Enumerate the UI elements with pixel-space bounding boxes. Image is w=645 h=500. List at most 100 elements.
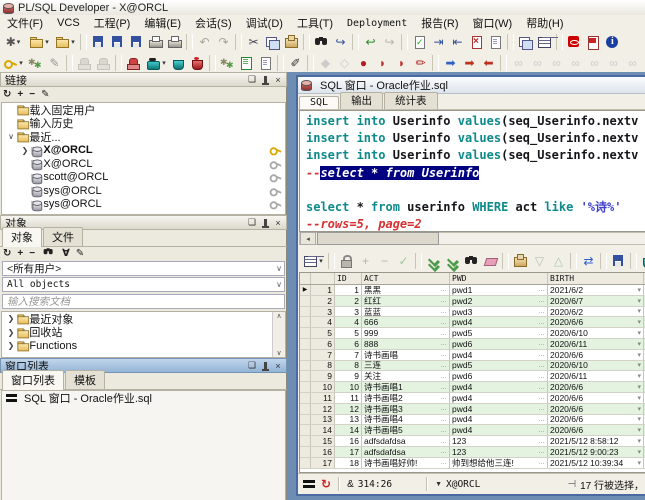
lock-button[interactable] [337, 252, 356, 270]
cell-id[interactable]: 16 [335, 436, 362, 446]
menu-item-9[interactable]: 窗口(W) [466, 14, 520, 32]
cell-ellipsis-icon[interactable]: … [538, 308, 545, 315]
title-bar[interactable]: PL/SQL Developer - X@ORCL [0, 0, 645, 15]
open-folder-button[interactable]: ▾ [26, 33, 52, 51]
grid-mode-button[interactable]: ▾ [300, 252, 326, 270]
cell-id[interactable]: 6 [335, 338, 362, 349]
sql-editor[interactable]: insert into Userinfo values(seq_Userinfo… [299, 110, 645, 232]
cell-dropdown-icon[interactable]: ▾ [637, 297, 641, 305]
cell-act[interactable]: adfsdafdsa… [362, 436, 450, 446]
cell-ellipsis-icon[interactable]: … [440, 373, 447, 380]
save-all-button[interactable] [127, 33, 146, 51]
table-row-7[interactable]: 7 7 诗书画唱… pwd4… 2020/6/6 ▾ [300, 349, 645, 361]
cell-pwd[interactable]: pwd5… [450, 328, 548, 338]
dim-clear-button[interactable]: ◇ [335, 54, 354, 72]
column-header-id[interactable]: ID [335, 273, 362, 284]
sql-window[interactable]: SQL 窗口 - Oracle作业.sql SQL 输出 统计表 insert in… [296, 75, 645, 496]
cell-act[interactable]: 999… [362, 328, 450, 338]
commit-stamp-button[interactable] [75, 54, 94, 72]
test-note-button[interactable] [237, 54, 256, 72]
cell-birth[interactable]: 2020/6/11 ▾ [548, 338, 644, 349]
cell-birth[interactable]: 2020/6/6 ▾ [548, 349, 644, 360]
cell-id[interactable]: 7 [335, 349, 362, 360]
cell-ellipsis-icon[interactable]: … [440, 448, 447, 455]
cell-pwd[interactable]: pwd2… [450, 295, 548, 306]
cell-dropdown-icon[interactable]: ▾ [637, 415, 641, 423]
connections-tree-item-3[interactable]: ❯ ▦ X@ORCL [2, 144, 285, 158]
break-stamp-button[interactable] [124, 54, 143, 72]
info-button[interactable] [603, 33, 622, 51]
cell-ellipsis-icon[interactable]: … [440, 308, 447, 315]
connections-tree-item-5[interactable]: ▦ scott@ORCL [2, 171, 285, 185]
cell-dropdown-icon[interactable]: ▾ [637, 340, 641, 348]
expander-icon[interactable]: ❯ [6, 314, 16, 323]
objects-tab-0[interactable]: 对象 [2, 227, 42, 247]
cell-act[interactable]: 蓝蓝… [362, 306, 450, 317]
cell-id[interactable]: 11 [335, 392, 362, 403]
link2-dim-button[interactable]: ∞ [528, 54, 547, 72]
link7-dim-button[interactable]: ∞ [623, 54, 642, 72]
cell-id[interactable]: 13 [335, 414, 362, 425]
cell-pwd[interactable]: pwd4… [450, 403, 548, 414]
window-list-tab-1[interactable]: 模板 [65, 370, 105, 389]
cell-pwd[interactable]: pwd4… [450, 392, 548, 403]
cell-ellipsis-icon[interactable]: … [440, 459, 447, 466]
step-over-red-button[interactable]: ➡ [460, 54, 479, 72]
menu-item-3[interactable]: 编辑(E) [137, 14, 188, 32]
menu-item-8[interactable]: 报告(R) [414, 14, 465, 32]
cell-ellipsis-icon[interactable]: … [538, 373, 545, 380]
cell-birth[interactable]: 2020/6/6 ▾ [548, 425, 644, 436]
window-tile-button[interactable] [535, 33, 554, 51]
cell-pwd[interactable]: pwd1… [450, 285, 548, 295]
cell-id[interactable]: 5 [335, 328, 362, 338]
cell-id[interactable]: 2 [335, 295, 362, 306]
cell-pwd[interactable]: 123… [450, 436, 548, 446]
cell-dropdown-icon[interactable]: ▾ [637, 459, 641, 467]
sort-asc-button[interactable]: △ [549, 252, 568, 270]
link1-dim-button[interactable]: ∞ [509, 54, 528, 72]
cell-dropdown-icon[interactable]: ▾ [637, 437, 641, 445]
cell-ellipsis-icon[interactable]: … [440, 330, 447, 337]
cell-act[interactable]: 诗书画唱3… [362, 403, 450, 414]
edit-button[interactable]: ✎ [76, 248, 84, 259]
post-check-button[interactable]: ✓ [394, 252, 413, 270]
cell-ellipsis-icon[interactable]: … [440, 340, 447, 347]
column-header-pwd[interactable]: PWD [450, 273, 548, 284]
cell-id[interactable]: 14 [335, 425, 362, 436]
connections-panel-header[interactable]: 链接 ❏ × [0, 72, 287, 87]
refresh-icon[interactable]: ↻ [321, 478, 331, 490]
cell-pwd[interactable]: pwd5… [450, 360, 548, 371]
table-row-8[interactable]: 8 8 三连… pwd5… 2020/6/10 ▾ [300, 360, 645, 372]
cell-birth[interactable]: 2020/6/10 ▾ [548, 328, 644, 338]
cell-birth[interactable]: 2021/5/12 9:00:23 ▾ [548, 446, 644, 457]
cell-pwd[interactable]: 123… [450, 446, 548, 457]
cell-ellipsis-icon[interactable]: … [440, 297, 447, 304]
stop-dot-button[interactable]: ◗ [373, 54, 392, 72]
cell-pwd[interactable]: pwd4… [450, 425, 548, 436]
cell-birth[interactable]: 2020/6/6 ▾ [548, 317, 644, 328]
connections-tree-item-2[interactable]: ∨ ▦ 最近... [2, 130, 285, 144]
delete-row-button[interactable]: − [375, 252, 394, 270]
pin-icon[interactable] [259, 74, 271, 85]
cell-ellipsis-icon[interactable]: … [538, 394, 545, 401]
cell-id[interactable]: 9 [335, 371, 362, 382]
step-into-blue-button[interactable]: ➡ [441, 54, 460, 72]
close-icon[interactable]: × [272, 360, 284, 371]
cell-pwd[interactable]: pwd6… [450, 371, 548, 382]
cell-dropdown-icon[interactable]: ▾ [637, 307, 641, 315]
cell-dropdown-icon[interactable]: ▾ [637, 286, 641, 294]
indent-button[interactable]: ⇥ [429, 33, 448, 51]
cell-id[interactable]: 3 [335, 306, 362, 317]
cell-ellipsis-icon[interactable]: … [538, 297, 545, 304]
sql-window-tab-0[interactable]: SQL [299, 96, 340, 109]
new-button[interactable]: ✱ ▾ [0, 33, 26, 51]
cell-pwd[interactable]: 帅到想给他三连!… [450, 457, 548, 468]
pin-icon[interactable] [259, 360, 271, 371]
stop-cup-button[interactable] [188, 54, 207, 72]
rows-mode-icon[interactable] [302, 477, 317, 491]
cell-dropdown-icon[interactable]: ▾ [637, 361, 641, 369]
find-button[interactable] [312, 33, 331, 51]
menu-item-2[interactable]: 工程(P) [87, 14, 138, 32]
cell-id[interactable]: 8 [335, 360, 362, 371]
cell-id[interactable]: 17 [335, 446, 362, 457]
